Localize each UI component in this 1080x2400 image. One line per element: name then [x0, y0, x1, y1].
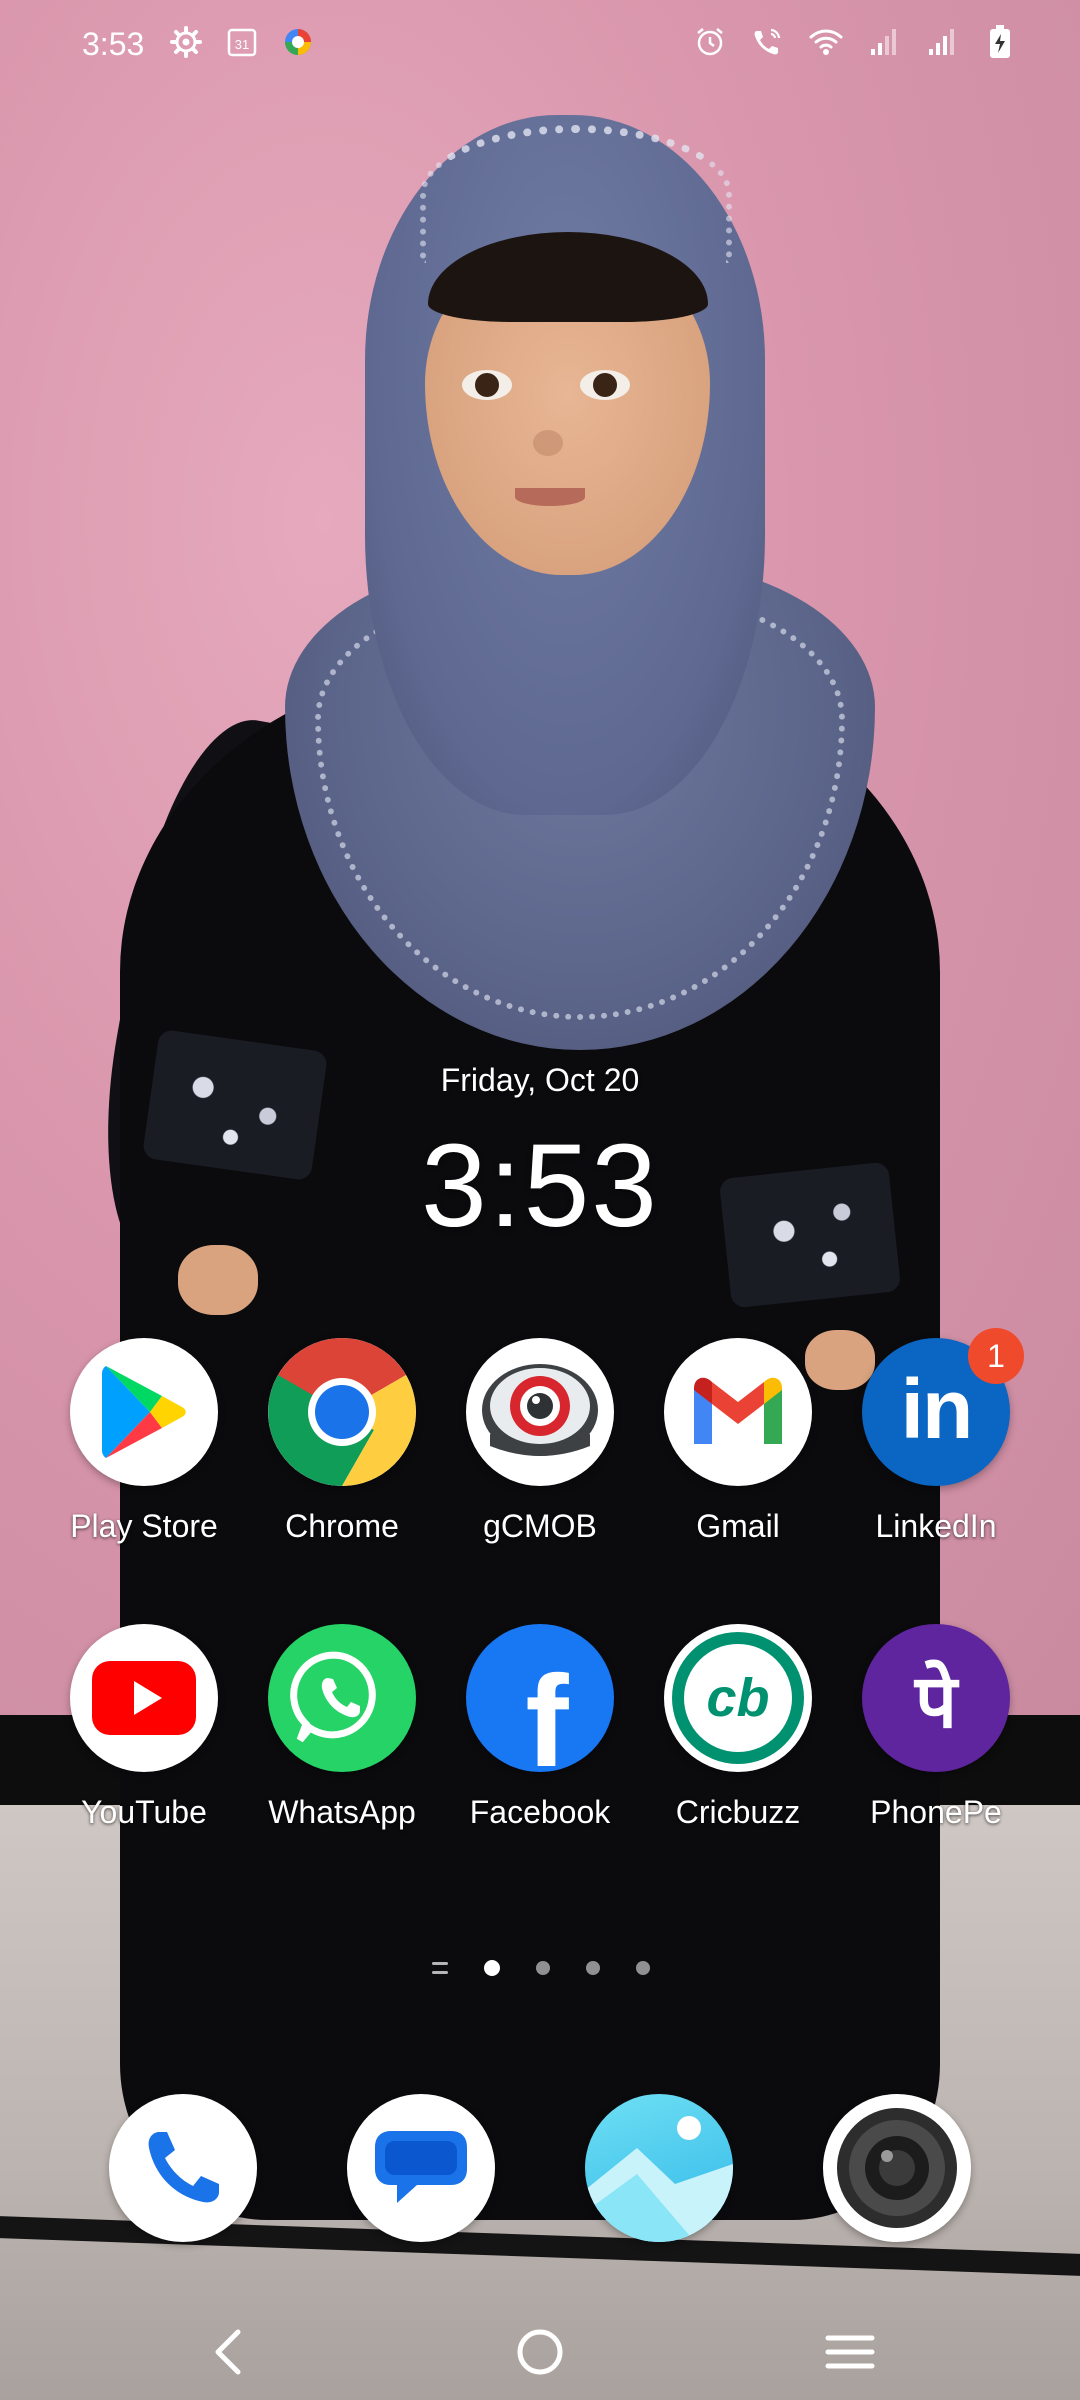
assistant-icon	[280, 24, 316, 60]
app-label: Play Store	[70, 1508, 218, 1544]
clock-widget-time[interactable]: 3:53	[0, 1118, 1080, 1254]
app-label: Gmail	[696, 1508, 780, 1544]
app-label: YouTube	[81, 1794, 207, 1830]
whatsapp-icon	[268, 1624, 416, 1772]
feed-page-indicator-icon	[432, 1962, 448, 1974]
cricbuzz-ring: cb	[672, 1632, 804, 1764]
phonepe-glyph: पे	[914, 1658, 958, 1745]
svg-text:31: 31	[235, 37, 249, 52]
dock-gallery[interactable]	[585, 2094, 733, 2242]
status-left-icons: 31	[168, 24, 316, 60]
notification-badge: 1	[968, 1328, 1024, 1384]
cricbuzz-inner: cb	[684, 1644, 792, 1752]
app-whatsapp[interactable]: WhatsApp	[242, 1624, 442, 1831]
clock-widget-date[interactable]: Friday, Oct 20	[0, 1062, 1080, 1099]
app-label: PhonePe	[870, 1794, 1002, 1830]
recents-button[interactable]	[820, 2322, 880, 2382]
wallpaper-hand-left	[178, 1245, 258, 1315]
app-label: gCMOB	[483, 1508, 597, 1544]
app-gmail[interactable]: Gmail	[638, 1338, 838, 1545]
chrome-icon	[268, 1338, 416, 1486]
home-button[interactable]	[510, 2322, 570, 2382]
app-chrome[interactable]: Chrome	[242, 1338, 442, 1545]
back-button[interactable]	[198, 2322, 258, 2382]
signal-icon	[924, 24, 960, 60]
facebook-icon: f	[466, 1624, 614, 1772]
facebook-glyph: f	[525, 1648, 569, 1772]
gmail-icon	[664, 1338, 812, 1486]
app-label: LinkedIn	[875, 1508, 997, 1544]
navigation-bar	[0, 2300, 1080, 2400]
home-icon	[517, 2329, 563, 2375]
wifi-icon	[808, 24, 844, 60]
gear-icon	[168, 24, 204, 60]
app-label: Chrome	[285, 1508, 399, 1544]
wallpaper-nose	[533, 430, 563, 456]
wallpaper-mouth	[515, 488, 585, 506]
app-label: Cricbuzz	[675, 1794, 801, 1830]
app-youtube[interactable]: YouTube	[44, 1624, 244, 1831]
dock-camera[interactable]	[823, 2094, 971, 2242]
app-play-store[interactable]: Play Store	[44, 1338, 244, 1545]
camera-icon	[837, 2108, 957, 2228]
alarm-icon	[692, 24, 728, 60]
cricbuzz-glyph: cb	[706, 1668, 770, 1728]
status-bar[interactable]: 3:53 31	[0, 0, 1080, 90]
app-cricbuzz[interactable]: cb Cricbuzz	[638, 1624, 838, 1831]
play-store-icon	[70, 1338, 218, 1486]
app-facebook[interactable]: f Facebook	[440, 1624, 640, 1831]
app-phonepe[interactable]: पे PhonePe	[836, 1624, 1036, 1831]
gcmob-icon	[466, 1338, 614, 1486]
status-right-icons	[692, 24, 1018, 60]
cricbuzz-icon: cb	[664, 1624, 812, 1772]
battery-charging-icon	[982, 24, 1018, 60]
page-indicator[interactable]	[432, 1960, 650, 1976]
phonepe-icon: पे	[862, 1624, 1010, 1772]
messages-icon	[375, 2131, 467, 2203]
page-dot	[586, 1961, 600, 1975]
app-label: Facebook	[469, 1794, 611, 1830]
phone-icon	[148, 2132, 219, 2203]
status-time: 3:53	[82, 26, 145, 62]
app-label: WhatsApp	[268, 1794, 416, 1830]
linkedin-glyph: in	[900, 1361, 974, 1456]
recents-icon	[825, 2335, 875, 2369]
dock-phone[interactable]	[109, 2094, 257, 2242]
calendar-icon: 31	[224, 24, 260, 60]
wifi-calling-icon	[750, 24, 786, 60]
app-gcmob[interactable]: gCMOB	[440, 1338, 640, 1545]
wallpaper-eye-right	[580, 370, 630, 400]
youtube-icon	[70, 1624, 218, 1772]
back-icon	[215, 2329, 241, 2375]
gallery-icon	[585, 2116, 733, 2242]
dock-messages[interactable]	[347, 2094, 495, 2242]
page-dot-active	[484, 1960, 500, 1976]
wallpaper-eye-left	[462, 370, 512, 400]
signal-icon	[866, 24, 902, 60]
page-dot	[636, 1961, 650, 1975]
page-dot	[536, 1961, 550, 1975]
